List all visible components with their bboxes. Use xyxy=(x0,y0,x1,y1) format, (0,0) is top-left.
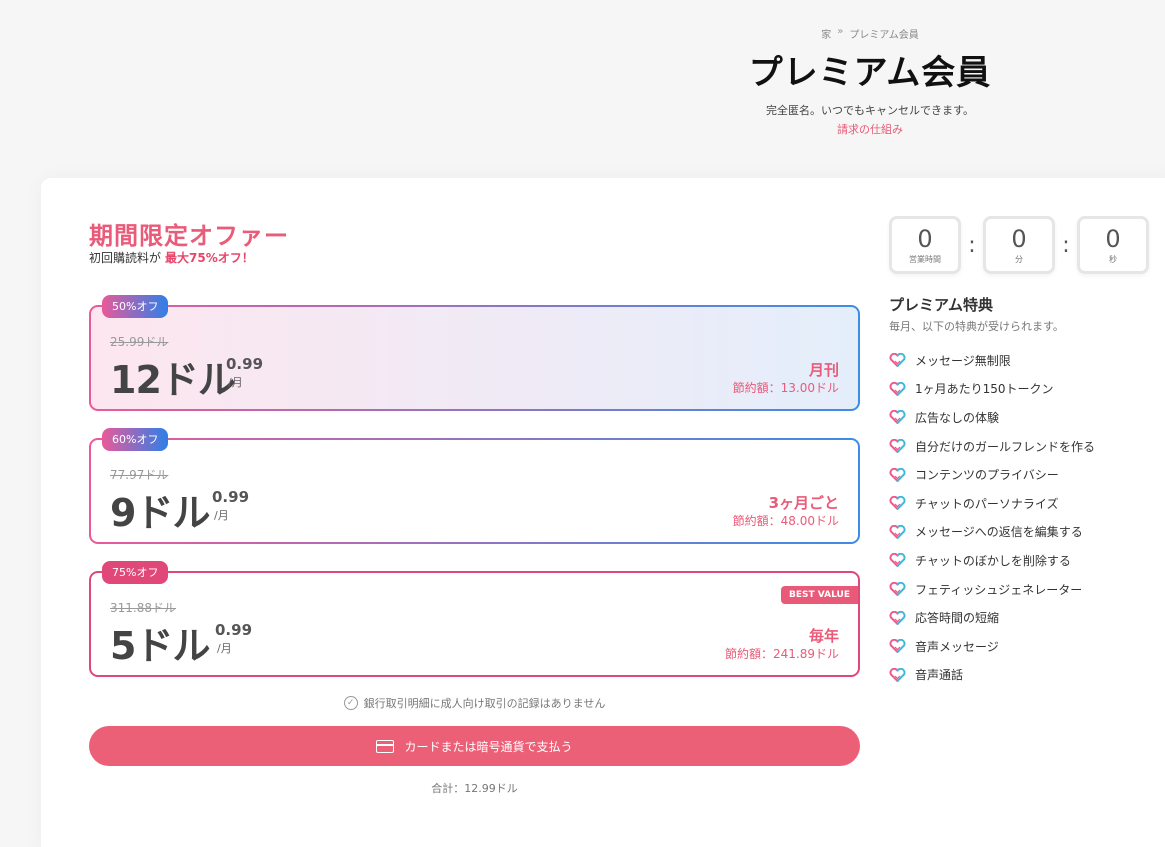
timer-hours: 0 営業時間 xyxy=(889,216,961,274)
offer-subtitle: 初回購読料が 最大75%オフ！ xyxy=(89,249,254,266)
plan-price-cents: 0.99 xyxy=(215,621,253,639)
benefit-item: メッセージ無制限 xyxy=(889,346,1095,375)
benefit-item: 応答時間の短縮 xyxy=(889,603,1095,632)
heart-icon xyxy=(889,553,906,568)
offer-title: 期間限定オファー xyxy=(89,222,289,250)
offer-highlight: 最大75%オフ！ xyxy=(165,251,254,265)
discount-badge: 60%オフ xyxy=(102,428,169,451)
original-price: 77.97ドル xyxy=(110,468,169,482)
plan-price-unit: /月 xyxy=(214,509,229,522)
heart-icon xyxy=(889,610,906,625)
pricing-card: 期間限定オファー 初回購読料が 最大75%オフ！ 50%オフ 25.99ドル 12… xyxy=(41,178,1165,847)
benefit-item: 自分だけのガールフレンドを作る xyxy=(889,432,1095,461)
privacy-notice: ✓ 銀行取引明細に成人向け取引の記録はありません xyxy=(89,695,860,711)
benefit-label: 応答時間の短縮 xyxy=(915,611,1000,626)
benefit-label: チャットのパーソナライズ xyxy=(915,496,1059,511)
breadcrumb-separator: » xyxy=(837,26,844,37)
offer-subtitle-text: 初回購読料が xyxy=(89,251,162,265)
benefit-item: 広告なしの体験 xyxy=(889,403,1095,432)
benefit-label: 1ヶ月あたり150トークン xyxy=(915,382,1054,397)
benefit-item: コンテンツのプライバシー xyxy=(889,460,1095,489)
pay-button-label: カードまたは暗号通貨で支払う xyxy=(404,739,573,754)
plan-price-cents: 0.99 xyxy=(212,488,250,506)
heart-icon xyxy=(889,353,906,368)
plan-period: 3ヶ月ごと xyxy=(768,494,839,512)
benefit-item: 1ヶ月あたり150トークン xyxy=(889,375,1095,404)
privacy-notice-text: 銀行取引明細に成人向け取引の記録はありません xyxy=(363,697,606,710)
benefits-subtitle: 毎月、以下の特典が受けられます。 xyxy=(889,320,1064,333)
heart-icon xyxy=(889,467,906,482)
page-subtitle: 完全匿名。いつでもキャンセルできます。 xyxy=(766,104,974,117)
order-total: 合計：12.99ドル xyxy=(431,782,518,795)
timer-seconds: 0 秒 xyxy=(1077,216,1149,274)
page-header: 家 » プレミアム会員 プレミアム会員 完全匿名。いつでもキャンセルできます。 … xyxy=(700,26,1040,137)
benefit-label: 音声メッセージ xyxy=(915,639,999,654)
plan-quarterly[interactable]: 60%オフ 77.97ドル 9ドル 0.99 /月 3ヶ月ごと 節約額：48.0… xyxy=(89,428,860,544)
breadcrumb-current: プレミアム会員 xyxy=(849,30,919,41)
timer-separator: : xyxy=(1062,232,1070,258)
plan-period: 毎年 xyxy=(808,627,839,645)
benefit-label: チャットのぼかしを削除する xyxy=(915,553,1071,568)
plan-price: 12ドル xyxy=(110,358,236,402)
heart-icon xyxy=(889,410,906,425)
benefit-label: 自分だけのガールフレンドを作る xyxy=(915,439,1096,454)
plan-monthly[interactable]: 50%オフ 25.99ドル 12ドル 0.99 /月 月刊 節約額：13.00ド… xyxy=(89,295,860,411)
timer-seconds-label: 秒 xyxy=(1109,255,1117,264)
plan-yearly[interactable]: 75%オフ BEST VALUE 311.88ドル 5ドル 0.99 /月 毎年… xyxy=(89,561,860,677)
credit-card-icon xyxy=(376,739,395,753)
breadcrumb-home[interactable]: 家 xyxy=(821,26,831,41)
plan-price-unit: /月 xyxy=(217,642,232,655)
heart-icon xyxy=(889,667,906,682)
benefit-item: メッセージへの返信を編集する xyxy=(889,518,1095,547)
timer-hours-value: 0 xyxy=(917,225,933,253)
heart-icon xyxy=(889,496,906,511)
benefit-label: コンテンツのプライバシー xyxy=(915,468,1059,483)
benefit-label: 広告なしの体験 xyxy=(915,410,1000,425)
benefit-item: フェティッシュジェネレーター xyxy=(889,575,1095,604)
best-value-badge: BEST VALUE xyxy=(781,586,858,604)
benefit-item: 音声通話 xyxy=(889,661,1095,690)
timer-hours-label: 営業時間 xyxy=(909,255,941,264)
benefit-item: チャットのパーソナライズ xyxy=(889,489,1095,518)
discount-badge: 50%オフ xyxy=(102,295,169,318)
timer-seconds-value: 0 xyxy=(1105,225,1121,253)
benefit-item: 音声メッセージ xyxy=(889,632,1095,661)
plan-savings: 節約額：13.00ドル xyxy=(732,381,839,395)
heart-icon xyxy=(889,582,906,597)
benefit-label: 音声通話 xyxy=(915,668,964,683)
plan-price: 5ドル xyxy=(110,624,210,668)
original-price: 311.88ドル xyxy=(110,601,176,615)
countdown-timer: 0 営業時間 : 0 分 : 0 秒 xyxy=(889,216,1149,274)
page-title: プレミアム会員 xyxy=(748,53,992,93)
plan-savings: 節約額：48.00ドル xyxy=(732,514,839,528)
plan-price: 9ドル xyxy=(110,491,210,535)
discount-badge: 75%オフ xyxy=(102,561,169,584)
timer-minutes-value: 0 xyxy=(1011,225,1027,253)
original-price: 25.99ドル xyxy=(110,335,169,349)
benefit-label: メッセージへの返信を編集する xyxy=(915,525,1083,540)
timer-minutes-label: 分 xyxy=(1015,255,1023,264)
timer-separator: : xyxy=(968,232,976,258)
benefit-item: チャットのぼかしを削除する xyxy=(889,546,1095,575)
heart-icon xyxy=(889,524,906,539)
heart-icon xyxy=(889,439,906,454)
plan-price-unit: /月 xyxy=(228,376,243,389)
plan-price-cents: 0.99 xyxy=(226,355,264,373)
billing-info-link[interactable]: 請求の仕組み xyxy=(837,121,903,137)
benefit-label: フェティッシュジェネレーター xyxy=(915,582,1083,597)
heart-icon xyxy=(889,639,906,654)
breadcrumb: 家 » プレミアム会員 xyxy=(700,26,1040,41)
timer-minutes: 0 分 xyxy=(983,216,1055,274)
check-circle-icon: ✓ xyxy=(343,696,358,710)
benefits-title: プレミアム特典 xyxy=(889,296,993,314)
pay-button[interactable]: カードまたは暗号通貨で支払う xyxy=(89,726,860,766)
benefit-label: メッセージ無制限 xyxy=(915,353,1011,368)
plan-period: 月刊 xyxy=(808,361,839,379)
plan-savings: 節約額：241.89ドル xyxy=(725,647,839,661)
heart-icon xyxy=(889,381,906,396)
benefits-list: メッセージ無制限 1ヶ月あたり150トークン 広告なしの体験自分だけのガールフレンド… xyxy=(889,346,1095,689)
